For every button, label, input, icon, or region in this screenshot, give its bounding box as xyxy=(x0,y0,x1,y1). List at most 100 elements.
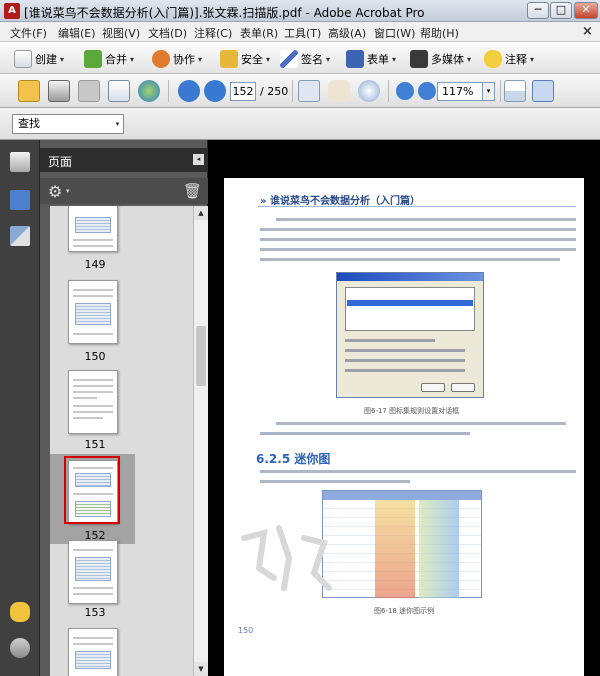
find-input[interactable]: 查找 xyxy=(12,114,124,134)
chevron-down-icon: ▾ xyxy=(60,54,65,64)
upload-globe-icon[interactable] xyxy=(138,80,160,102)
page-thumbnails[interactable]: 149 150 151 152 153 xyxy=(50,206,193,676)
previous-page-icon[interactable] xyxy=(178,80,200,102)
hand-tool-icon[interactable] xyxy=(328,80,350,102)
title-bar: A [谁说菜鸟不会数据分析(入门篇)].张文霖.扫描版.pdf - Adobe … xyxy=(0,0,600,22)
menu-edit[interactable]: 编辑(E) xyxy=(58,25,96,41)
menu-comments[interactable]: 注释(C) xyxy=(194,25,232,41)
pages-panel-options: ⚙ ▾ 🗑 xyxy=(40,178,208,204)
chevron-down-icon: ▾ xyxy=(530,54,535,64)
forms-label: 表单 xyxy=(367,53,389,66)
menu-document[interactable]: 文档(D) xyxy=(148,25,187,41)
thumbnails-scrollbar[interactable]: ▲ ▼ xyxy=(193,206,208,676)
scrollbar-thumb[interactable] xyxy=(196,326,206,386)
select-tool-icon[interactable] xyxy=(298,80,320,102)
collaborate-icon xyxy=(152,50,170,68)
attachments-paperclip-icon[interactable] xyxy=(10,638,30,658)
film-icon xyxy=(410,50,428,68)
pages-panel-header: 页面 ◂ xyxy=(40,148,208,172)
find-dropdown-icon[interactable]: ▾ xyxy=(112,115,123,133)
page-thumbnail-153[interactable] xyxy=(68,540,118,604)
save-icon[interactable] xyxy=(78,80,100,102)
zoom-in-icon[interactable] xyxy=(418,82,436,100)
chevron-down-icon: ▾ xyxy=(467,54,472,64)
combine-button[interactable]: 合并 ▾ xyxy=(84,48,134,70)
pages-panel-icon[interactable] xyxy=(10,152,30,172)
document-close-icon[interactable]: × xyxy=(582,24,593,39)
zoom-out-icon[interactable] xyxy=(396,82,414,100)
open-folder-icon[interactable] xyxy=(18,80,40,102)
menu-file[interactable]: 文件(F) xyxy=(10,25,47,41)
menu-advanced[interactable]: 高级(A) xyxy=(328,25,366,41)
document-view[interactable]: » 谁说菜鸟不会数据分析（入门篇） 图6-17 图标集规则设置对话框 6.2.5… xyxy=(208,140,600,676)
zoom-dropdown-icon[interactable]: ▾ xyxy=(483,82,495,101)
sign-label: 签名 xyxy=(301,53,323,66)
section-title: 6.2.5 迷你图 xyxy=(256,452,331,466)
secure-button[interactable]: 安全 ▾ xyxy=(220,48,270,70)
watermark-stamp xyxy=(241,525,332,591)
zoom-tool-icon[interactable] xyxy=(358,80,380,102)
create-pdf-icon xyxy=(14,50,32,68)
close-button[interactable]: ✕ xyxy=(574,2,598,19)
page-number-input[interactable]: 152 xyxy=(230,82,256,101)
menu-help[interactable]: 帮助(H) xyxy=(420,25,459,41)
comment-label: 注释 xyxy=(505,53,527,66)
page-thumbnail-154[interactable] xyxy=(68,628,118,676)
find-toolbar: 查找 ▾ xyxy=(0,108,600,140)
bookmarks-icon[interactable] xyxy=(10,190,30,210)
scroll-up-icon[interactable]: ▲ xyxy=(194,206,208,220)
menu-tools[interactable]: 工具(T) xyxy=(284,25,321,41)
thumbnail-label-150: 150 xyxy=(84,350,106,363)
collapse-panel-icon[interactable]: ◂ xyxy=(193,154,204,165)
collaborate-button[interactable]: 协作 ▾ xyxy=(152,48,202,70)
form-icon xyxy=(346,50,364,68)
menu-bar: 文件(F) 编辑(E) 视图(V) 文档(D) 注释(C) 表单(R) 工具(T… xyxy=(0,22,600,42)
lock-icon xyxy=(220,50,238,68)
signatures-icon[interactable] xyxy=(10,226,30,246)
create-button[interactable]: 创建 ▾ xyxy=(14,48,64,70)
multimedia-label: 多媒体 xyxy=(431,53,464,66)
multimedia-button[interactable]: 多媒体 ▾ xyxy=(410,48,471,70)
document-page[interactable]: » 谁说菜鸟不会数据分析（入门篇） 图6-17 图标集规则设置对话框 6.2.5… xyxy=(224,178,584,676)
print-icon[interactable] xyxy=(48,80,70,102)
chevron-down-icon: ▾ xyxy=(326,54,331,64)
combine-files-icon xyxy=(84,50,102,68)
fit-page-icon[interactable] xyxy=(532,80,554,102)
create-label: 创建 xyxy=(35,53,57,66)
running-header: » 谁说菜鸟不会数据分析（入门篇） xyxy=(260,196,420,207)
sign-button[interactable]: 签名 ▾ xyxy=(280,48,330,70)
page-number: 150 xyxy=(238,626,254,635)
comment-bubble-icon xyxy=(484,50,502,68)
comment-button[interactable]: 注释 ▾ xyxy=(484,48,534,70)
maximize-button[interactable]: □ xyxy=(550,2,572,19)
forms-button[interactable]: 表单 ▾ xyxy=(346,48,396,70)
pen-icon xyxy=(280,50,298,68)
menu-forms[interactable]: 表单(R) xyxy=(240,25,278,41)
thumbnail-label-151: 151 xyxy=(84,438,106,451)
next-page-icon[interactable] xyxy=(204,80,226,102)
pages-panel-title: 页面 xyxy=(48,155,73,169)
minimize-button[interactable]: ─ xyxy=(527,2,549,19)
navigation-toolbar: 152 / 250 117% ▾ xyxy=(0,74,600,108)
page-thumbnail-150[interactable] xyxy=(68,280,118,344)
zoom-level-input[interactable]: 117% xyxy=(437,82,483,101)
page-thumbnail-151[interactable] xyxy=(68,370,118,434)
menu-view[interactable]: 视图(V) xyxy=(102,25,140,41)
chevron-down-icon: ▾ xyxy=(392,54,397,64)
chevron-down-icon: ▾ xyxy=(130,54,135,64)
acrobat-app-icon[interactable]: A xyxy=(4,3,20,19)
chevron-down-icon: ▾ xyxy=(266,54,271,64)
comments-panel-icon[interactable] xyxy=(10,602,30,622)
trash-icon[interactable]: 🗑 xyxy=(183,182,202,200)
thumbnail-label-153: 153 xyxy=(84,606,106,619)
gear-icon[interactable]: ⚙ xyxy=(48,182,62,201)
scroll-down-icon[interactable]: ▼ xyxy=(194,662,208,676)
chevron-down-icon: ▾ xyxy=(198,54,203,64)
chevron-down-icon[interactable]: ▾ xyxy=(66,187,70,195)
tasks-toolbar: 创建 ▾ 合并 ▾ 协作 ▾ 安全 ▾ 签名 ▾ 表单 ▾ 多媒体 ▾ 注释 ▾ xyxy=(0,42,600,74)
menu-window[interactable]: 窗口(W) xyxy=(374,25,415,41)
fit-width-icon[interactable] xyxy=(504,80,526,102)
page-thumbnail-149[interactable] xyxy=(68,206,118,252)
window-title: [谁说菜鸟不会数据分析(入门篇)].张文霖.扫描版.pdf - Adobe Ac… xyxy=(24,6,425,20)
email-icon[interactable] xyxy=(108,80,130,102)
